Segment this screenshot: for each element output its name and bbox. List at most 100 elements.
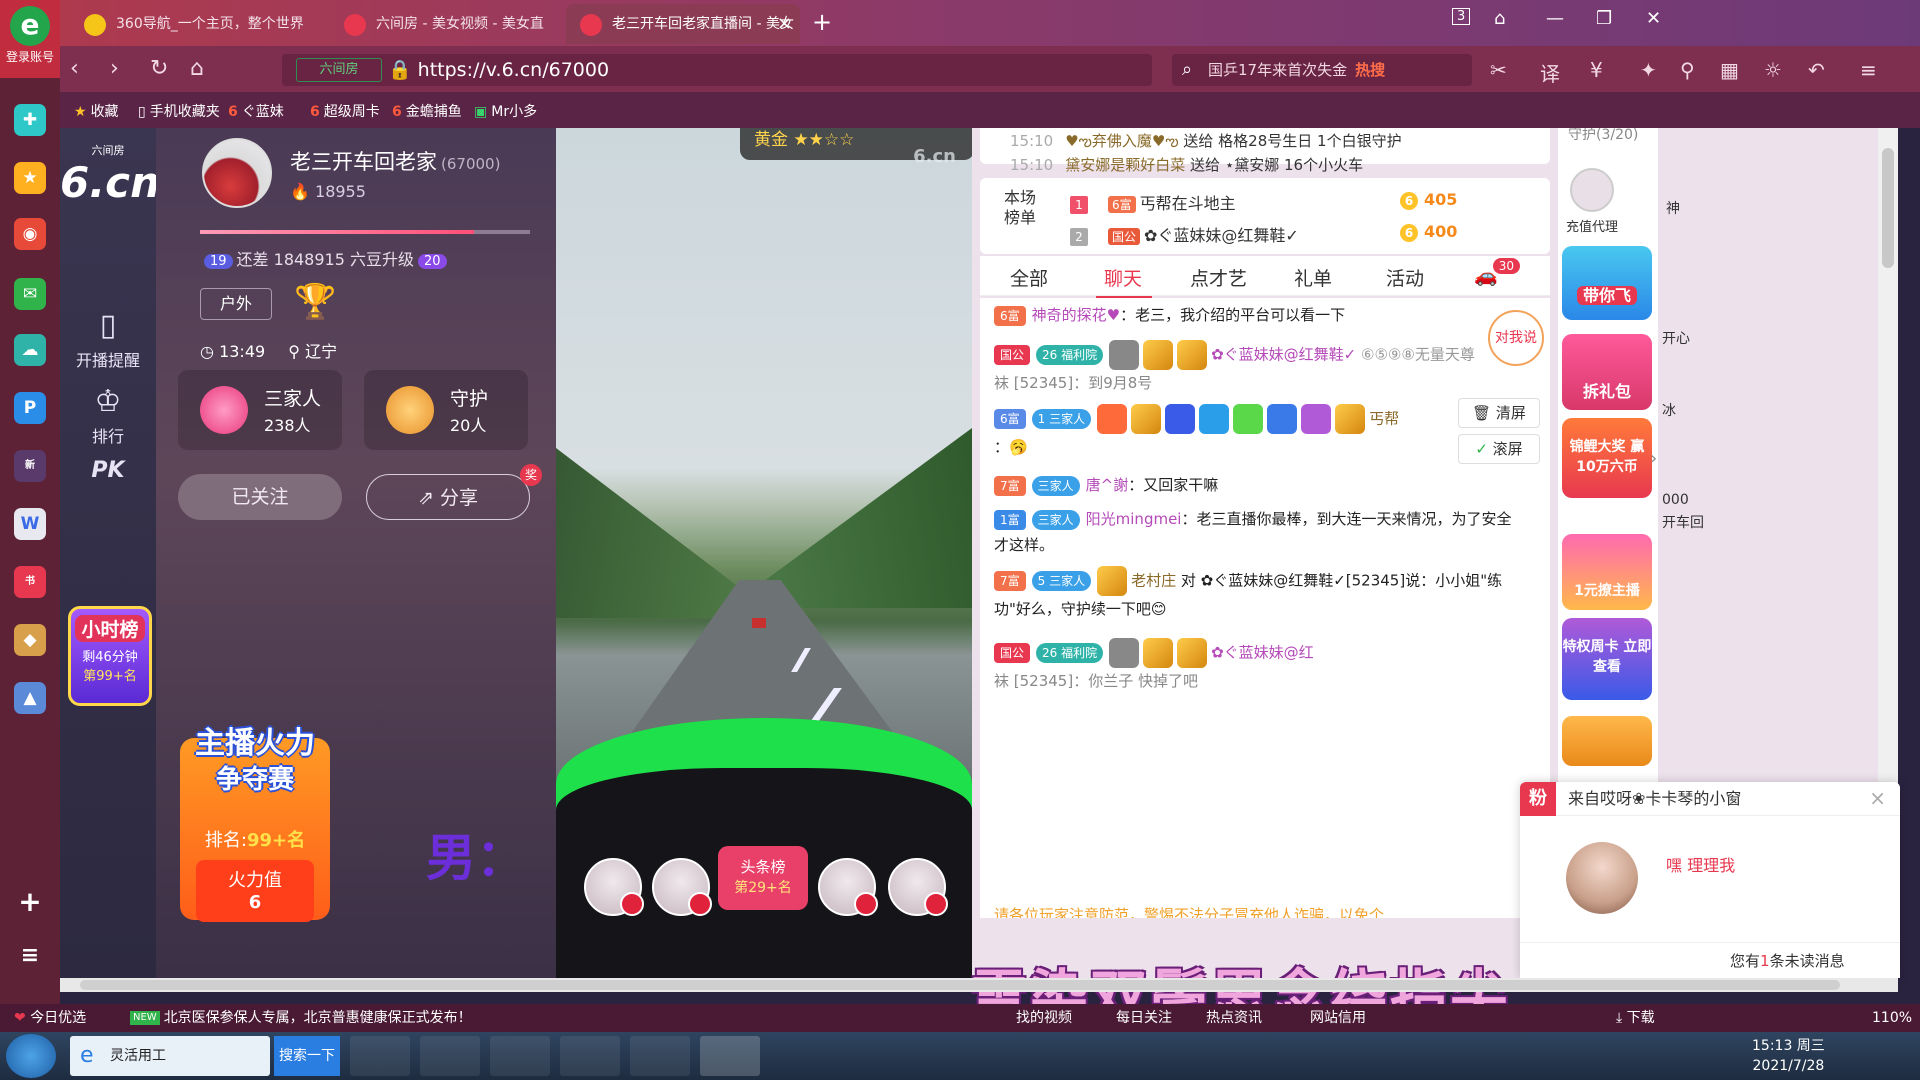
forward-icon[interactable]: › xyxy=(110,56,119,81)
hot-news-link[interactable]: 热点资讯 xyxy=(1206,1004,1262,1032)
daily-follow-link[interactable]: 每日关注 xyxy=(1116,1004,1172,1032)
doc-app-icon[interactable]: W xyxy=(14,508,46,540)
game-app-icon[interactable]: ◆ xyxy=(14,624,46,656)
game-icon[interactable]: ✦ xyxy=(1640,58,1657,82)
close-window-icon[interactable]: ✕ xyxy=(1646,8,1661,29)
fire-contest-promo[interactable]: 主播火力 争夺赛 排名:99+名 火力值 6 xyxy=(180,726,330,922)
promo-one-yuan[interactable]: 1元撩主播 xyxy=(1562,534,1652,610)
browser-logo[interactable]: e 登录账号 xyxy=(0,0,60,78)
new-tab-icon[interactable]: + xyxy=(812,8,832,36)
undo-icon[interactable]: ↶ xyxy=(1808,58,1825,82)
tab-count[interactable]: 3 xyxy=(1452,8,1471,25)
search-input[interactable]: ⌕ 国乒17年来首次失金 热搜 xyxy=(1172,54,1472,86)
nav-ranking[interactable]: ♔ 排行 xyxy=(60,384,156,447)
promo-treasure[interactable] xyxy=(1562,716,1652,766)
anchor-avatar[interactable] xyxy=(202,138,272,208)
hour-rank-badge[interactable]: 小时榜 剩46分钟 第99+名 xyxy=(68,606,152,706)
coin-icon[interactable]: ¥ xyxy=(1590,58,1603,82)
translate-icon[interactable]: 译 xyxy=(1540,58,1560,87)
rank-row[interactable]: 2 国公✿ぐ蓝妹妹@红舞鞋✓ 400 xyxy=(1070,222,1457,246)
scissors-icon[interactable]: ✂ xyxy=(1490,58,1507,82)
nav-pk-pool[interactable]: PK xyxy=(60,458,156,487)
tab-all[interactable]: 全部 xyxy=(1010,264,1048,291)
weibo-icon[interactable]: ◉ xyxy=(14,218,46,250)
grid-icon[interactable]: ▦ xyxy=(1720,58,1739,82)
chat-user[interactable]: ✿ぐ蓝妹妹@红舞鞋✓ xyxy=(1211,346,1356,364)
back-icon[interactable]: ‹ xyxy=(70,56,79,81)
sender-avatar[interactable] xyxy=(1566,842,1638,914)
menu-icon[interactable]: ≡ xyxy=(1860,58,1877,82)
chat-user[interactable]: ✿ぐ蓝妹妹@红 xyxy=(1211,644,1314,662)
today-pick[interactable]: ❤ 今日优选 xyxy=(14,1004,86,1032)
fan-avatar[interactable] xyxy=(584,858,644,916)
address-bar[interactable]: 六间房 🔒 https://v.6.cn/67000 xyxy=(282,54,1152,86)
chat-user[interactable]: 神奇的探花♥ xyxy=(1032,306,1120,324)
promo-take-you-fly[interactable]: 带你飞 xyxy=(1562,246,1652,320)
tab-live-room[interactable]: 老三开车回老家直播间 - 美女 × xyxy=(566,4,800,44)
follow-button[interactable]: 已关注 xyxy=(178,474,342,520)
ie-search-box[interactable]: e 灵活用工 xyxy=(70,1036,270,1076)
say-to-me-button[interactable]: 对我说 xyxy=(1488,310,1544,366)
list-icon[interactable]: ≡ xyxy=(14,940,46,972)
plus-app-icon[interactable]: ✚ xyxy=(14,104,46,136)
expand-chevron-icon[interactable]: › xyxy=(1650,448,1657,469)
system-clock[interactable]: 15:13 周三 2021/7/28 xyxy=(1752,1036,1825,1076)
promo-lucky-draw[interactable]: 锦鲤大奖 赢10万六币 xyxy=(1562,418,1652,498)
mail-icon[interactable]: ✉ xyxy=(14,278,46,310)
chat-messages[interactable]: 6富 神奇的探花♥：老三，我介绍的平台可以看一下 国公 26 福利院 ✿ぐ蓝妹妹@红舞… xyxy=(980,298,1550,918)
folder-icon[interactable] xyxy=(490,1036,550,1076)
active-app-icon[interactable] xyxy=(700,1036,760,1076)
site-logo[interactable]: 六间房 6.cn xyxy=(60,142,160,207)
chat-user[interactable]: 丐帮 xyxy=(1369,410,1399,428)
scrollbar-thumb[interactable] xyxy=(80,980,1840,990)
bookmark-mobile[interactable]: ▯ 手机收藏夹 xyxy=(138,101,220,121)
horizontal-scrollbar[interactable] xyxy=(60,978,1898,992)
sun-icon[interactable]: ☼ xyxy=(1764,58,1782,82)
cloud-icon[interactable]: ☁ xyxy=(14,334,46,366)
bookmark-mrxiaoduo[interactable]: ▣ Mr小多 xyxy=(474,101,537,121)
private-message-popup[interactable]: 粉 来自哎呀❀卡卡琴的小窗 × 嘿 理理我 您有1条未读消息 xyxy=(1520,782,1900,978)
add-app-icon[interactable]: + xyxy=(14,886,46,918)
rank-label[interactable]: 本场榜单 xyxy=(1004,188,1044,228)
headline-rank-badge[interactable]: 头条榜 第29+名 xyxy=(718,846,808,910)
news-app-icon[interactable]: 新 xyxy=(14,450,46,482)
xiaohongshu-icon[interactable]: 书 xyxy=(14,566,46,598)
taskbar-search-button[interactable]: 搜索一下 xyxy=(274,1036,340,1076)
nav-live-reminder[interactable]: ▯ 开播提醒 xyxy=(60,308,156,371)
bookmark-lanmei[interactable]: 6 ぐ蓝妹 xyxy=(228,101,284,121)
clear-screen-button[interactable]: 🗑 清屏 xyxy=(1458,398,1540,428)
refresh-icon[interactable]: ↻ xyxy=(150,56,168,81)
minimize-icon[interactable]: — xyxy=(1546,8,1564,29)
promo-week-card[interactable]: 特权周卡 立即查看 xyxy=(1562,618,1652,700)
shirt-icon[interactable]: ⌂ xyxy=(1494,8,1505,29)
chat-user[interactable]: 老村庄 xyxy=(1131,572,1176,590)
fan-avatar[interactable] xyxy=(818,858,878,916)
tab-6cn[interactable]: 六间房 - 美女视频 - 美女直 xyxy=(330,4,560,44)
360-browser-icon[interactable] xyxy=(560,1036,620,1076)
tab-talent[interactable]: 点才艺 xyxy=(1190,264,1247,291)
tab-activity[interactable]: 活动 xyxy=(1386,264,1424,291)
trophy-icon[interactable]: 🏆 xyxy=(294,282,336,322)
favorite-app-icon[interactable]: ★ xyxy=(14,162,46,194)
share-button[interactable]: ⇗ 分享 xyxy=(366,474,530,520)
my-video-link[interactable]: 找的视频 xyxy=(1016,1004,1072,1032)
player-icon[interactable] xyxy=(630,1036,690,1076)
zoom-level[interactable]: 110% xyxy=(1872,1004,1912,1032)
magnifier-icon[interactable]: ⚲ xyxy=(1680,58,1695,82)
chat-user[interactable]: 阳光mingmei xyxy=(1086,510,1182,528)
family-card[interactable]: 三家人 238人 xyxy=(178,370,342,450)
tab-chat[interactable]: 聊天 xyxy=(1095,264,1153,299)
tab-gift-list[interactable]: 礼单 xyxy=(1294,264,1332,291)
start-button[interactable] xyxy=(6,1034,56,1078)
guard-avatar[interactable] xyxy=(1570,168,1614,212)
fan-avatar[interactable] xyxy=(652,858,712,916)
p-app-icon[interactable]: P xyxy=(14,392,46,424)
tab-360-nav[interactable]: 360导航_一个主页，整个世界 xyxy=(70,4,326,44)
home-icon[interactable]: ⌂ xyxy=(190,56,204,81)
bookmark-weekcard[interactable]: 6 超级周卡 xyxy=(310,101,380,121)
rank-row[interactable]: 1 6富丐帮在斗地主 405 xyxy=(1070,190,1457,214)
bookmark-favorites[interactable]: ★ 收藏 xyxy=(74,101,119,121)
category-tag[interactable]: 户外 xyxy=(200,288,272,320)
guard-card[interactable]: 守护 20人 xyxy=(364,370,528,450)
news-ticker[interactable]: NEW 北京医保参保人专属，北京普惠健康保正式发布！ xyxy=(130,1004,472,1032)
